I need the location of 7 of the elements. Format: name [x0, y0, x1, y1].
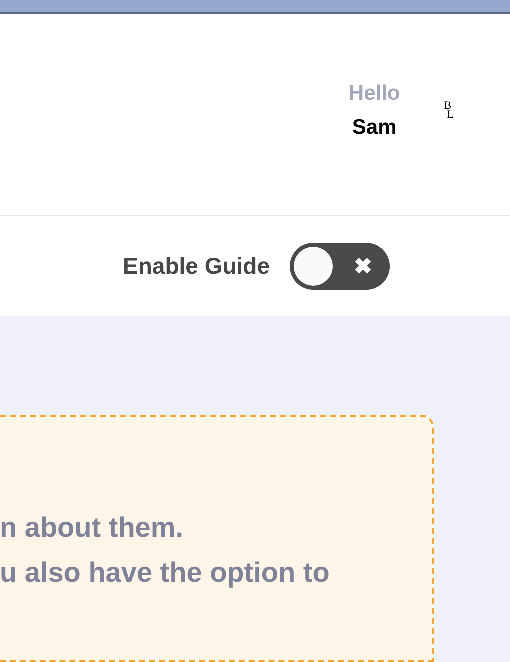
guide-toggle[interactable]: ✖ — [290, 242, 390, 290]
user-name: Sam — [352, 114, 397, 140]
guide-label: Enable Guide — [123, 252, 270, 281]
greeting: Hello — [348, 80, 400, 106]
info-text: u also have the option to — [0, 556, 331, 590]
logo: B L — [444, 102, 454, 120]
info-text: n about them. — [0, 511, 185, 545]
